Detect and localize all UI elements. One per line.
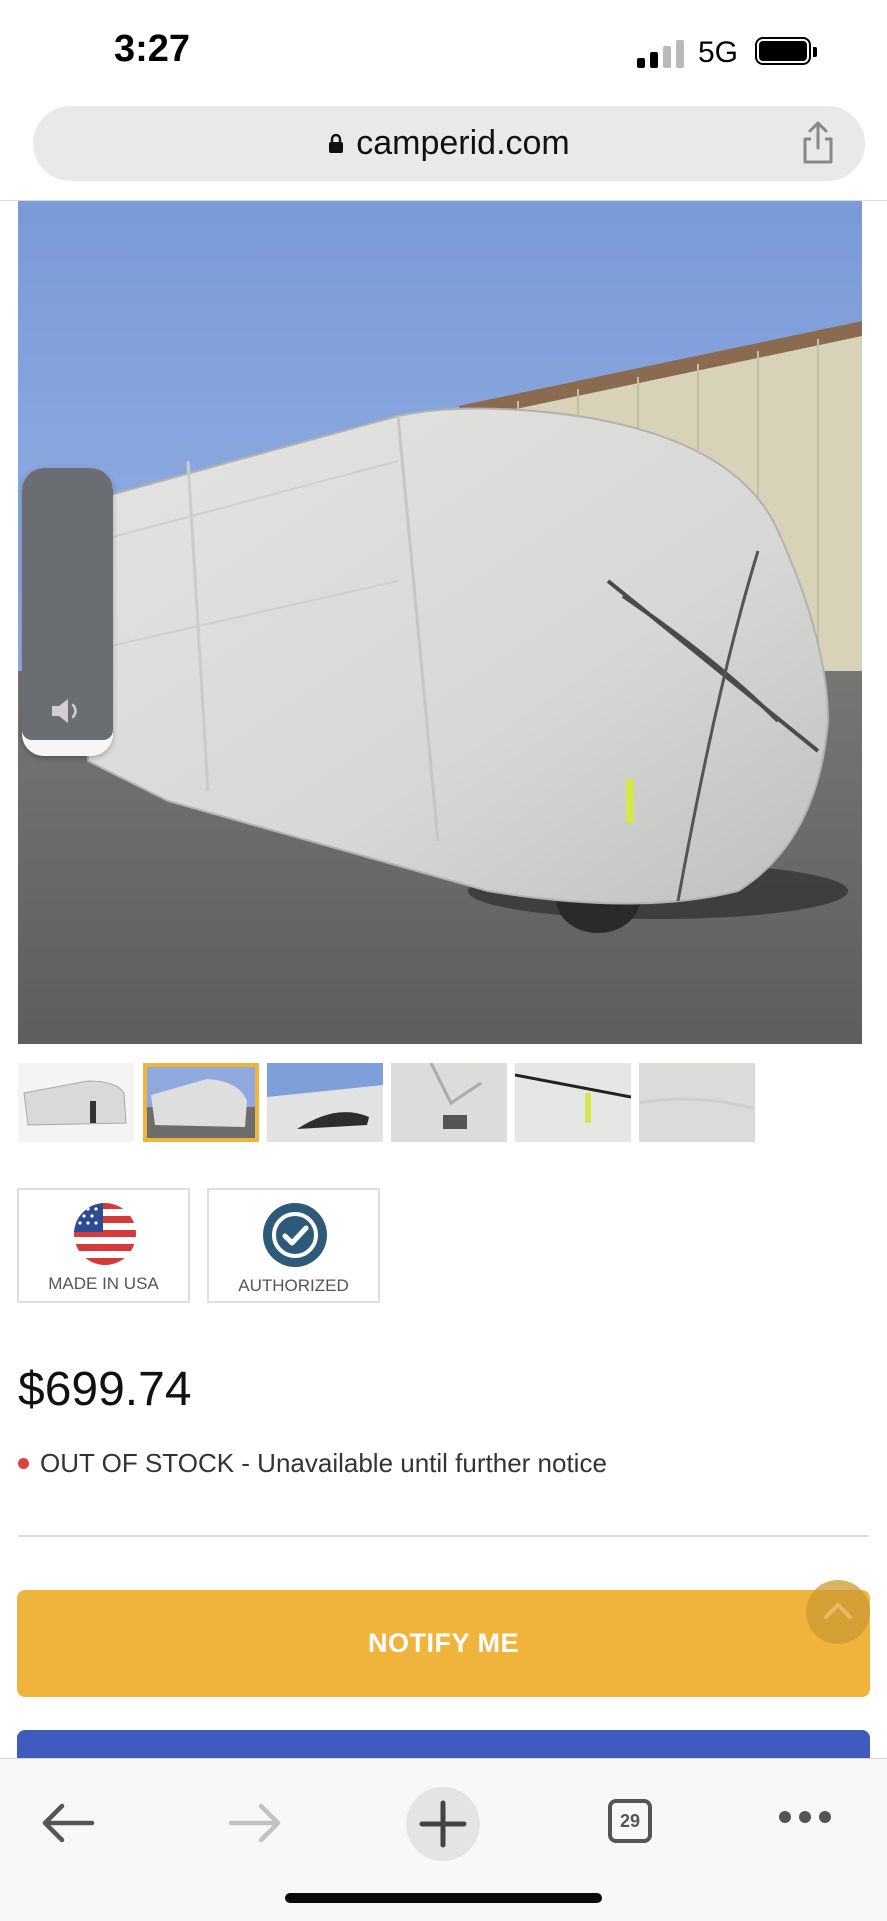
stock-status-dot xyxy=(18,1458,29,1469)
thumbnail-5[interactable] xyxy=(515,1063,631,1142)
scroll-to-top-button[interactable] xyxy=(806,1580,870,1644)
status-time: 3:27 xyxy=(114,28,191,70)
back-arrow-icon[interactable] xyxy=(40,1801,96,1845)
made-in-usa-label: MADE IN USA xyxy=(48,1274,159,1293)
product-price: $699.74 xyxy=(18,1363,192,1416)
battery-icon xyxy=(755,37,817,67)
thumbnail-4[interactable] xyxy=(391,1063,507,1142)
thumbnail-1[interactable] xyxy=(18,1063,134,1142)
network-type: 5G xyxy=(698,36,739,69)
authorized-label: AUTHORIZED xyxy=(238,1276,349,1295)
notify-me-button[interactable]: NOTIFY ME xyxy=(17,1590,870,1697)
forward-arrow-icon[interactable] xyxy=(227,1801,283,1845)
flag-usa-icon xyxy=(74,1203,136,1265)
thumbnail-3[interactable] xyxy=(267,1063,383,1142)
main-product-image[interactable] xyxy=(18,201,862,1044)
thumbnail-6[interactable] xyxy=(639,1063,755,1142)
notify-me-label: NOTIFY ME xyxy=(367,1628,519,1658)
speaker-icon xyxy=(52,699,77,723)
tabs-icon[interactable]: 29 xyxy=(608,1799,652,1843)
address-bar[interactable]: camperid.com xyxy=(33,106,865,181)
stock-status-text: OUT OF STOCK - Unavailable until further… xyxy=(40,1448,607,1478)
check-badge-icon xyxy=(263,1203,327,1267)
signal-icon xyxy=(637,38,684,68)
thumbnail-2[interactable] xyxy=(143,1063,259,1142)
chevron-up-icon xyxy=(824,1603,852,1619)
url-text: camperid.com xyxy=(356,124,570,162)
section-divider xyxy=(18,1535,869,1537)
share-icon[interactable] xyxy=(796,120,840,166)
made-in-usa-badge: MADE IN USA xyxy=(17,1188,190,1303)
plus-icon xyxy=(419,1800,467,1848)
home-indicator xyxy=(285,1893,602,1903)
tab-count: 29 xyxy=(619,1810,641,1831)
authorized-badge: AUTHORIZED xyxy=(207,1188,380,1303)
lock-icon xyxy=(329,133,344,153)
new-tab-button[interactable] xyxy=(406,1787,480,1861)
more-icon[interactable] xyxy=(777,1809,833,1825)
